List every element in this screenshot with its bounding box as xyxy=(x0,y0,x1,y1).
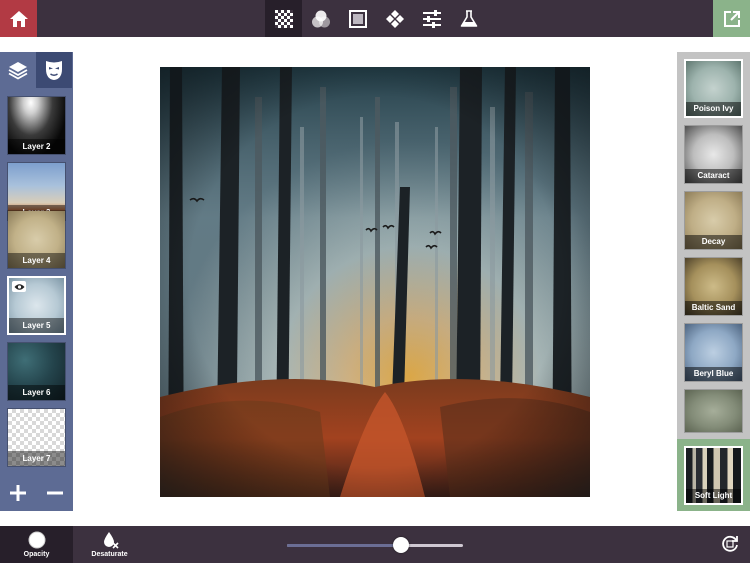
eye-icon xyxy=(14,283,24,290)
layer-item[interactable]: Layer 4 xyxy=(7,210,66,269)
layer-label: Layer 2 xyxy=(8,139,65,154)
remove-layer-button[interactable] xyxy=(43,481,67,505)
export-button[interactable] xyxy=(713,0,750,37)
tool-adjust-button[interactable] xyxy=(413,0,450,37)
tool-blend-button[interactable] xyxy=(302,0,339,37)
layer-item-selected[interactable]: Layer 5 xyxy=(7,276,66,335)
preset-item[interactable] xyxy=(684,389,743,433)
presets-panel: Poison Ivy Cataract Decay Baltic Sand Be… xyxy=(677,52,750,511)
layer-actions xyxy=(0,480,73,506)
opacity-circle-icon xyxy=(28,531,45,549)
home-button[interactable] xyxy=(0,0,37,37)
desaturate-button[interactable]: Desaturate xyxy=(73,526,146,563)
layer-label: Layer 4 xyxy=(8,253,65,268)
tool-pattern-button[interactable] xyxy=(376,0,413,37)
slider-thumb[interactable] xyxy=(393,537,410,553)
sliders-icon xyxy=(422,9,441,28)
layers-panel-tabs xyxy=(0,52,73,88)
add-layer-button[interactable] xyxy=(6,481,30,505)
preset-item[interactable]: Baltic Sand xyxy=(684,257,743,316)
share-export-icon xyxy=(723,10,740,27)
masks-tab[interactable] xyxy=(36,52,72,88)
slider-fill xyxy=(287,544,402,547)
preset-thumbnail xyxy=(685,390,742,432)
plus-icon xyxy=(10,485,27,501)
preset-item[interactable]: Beryl Blue xyxy=(684,323,743,382)
preset-label: Decay xyxy=(685,235,742,249)
blend-mode-item[interactable]: Soft Light xyxy=(684,446,743,505)
app-window: Layer 2 Layer 3 Layer 4 Layer 5 Layer 6 xyxy=(0,0,750,563)
image-canvas[interactable] xyxy=(160,67,590,497)
preset-label: Beryl Blue xyxy=(685,367,742,381)
layers-tab[interactable] xyxy=(0,52,36,88)
home-icon xyxy=(9,10,28,27)
preset-item[interactable]: Decay xyxy=(684,191,743,250)
droplet-x-icon xyxy=(103,532,119,549)
blend-mode-section: Soft Light xyxy=(677,439,750,511)
tool-tabs xyxy=(265,0,487,37)
desaturate-label: Desaturate xyxy=(91,551,128,558)
bottom-toolbar: Opacity Desaturate xyxy=(0,526,750,563)
top-toolbar xyxy=(0,0,750,37)
diamond-grid-icon xyxy=(385,9,404,28)
opacity-button[interactable]: Opacity xyxy=(0,526,73,563)
reset-rotate-icon xyxy=(722,535,738,552)
tool-lab-button[interactable] xyxy=(450,0,487,37)
forest-photo xyxy=(160,67,590,497)
frame-square-icon xyxy=(348,9,367,28)
mask-icon xyxy=(46,61,62,80)
layer-item[interactable]: Layer 7 xyxy=(7,408,66,467)
layer-label: Layer 6 xyxy=(8,385,65,400)
tool-frame-button[interactable] xyxy=(339,0,376,37)
flask-icon xyxy=(460,9,477,27)
reset-button[interactable] xyxy=(718,532,742,556)
blend-mode-label: Soft Light xyxy=(686,489,741,503)
layer-label: Layer 7 xyxy=(8,451,65,466)
preset-item[interactable]: Cataract xyxy=(684,125,743,184)
layers-panel: Layer 2 Layer 3 Layer 4 Layer 5 Layer 6 xyxy=(0,52,73,511)
layers-icon xyxy=(8,62,28,80)
preset-label: Baltic Sand xyxy=(685,301,742,315)
layer-item[interactable]: Layer 2 xyxy=(7,96,66,155)
preset-item-selected[interactable]: Poison Ivy xyxy=(684,59,743,118)
blend-circles-icon xyxy=(311,10,330,27)
opacity-slider[interactable] xyxy=(287,535,463,555)
minus-icon xyxy=(46,491,63,495)
preset-label: Cataract xyxy=(685,169,742,183)
texture-grid-icon xyxy=(274,9,293,28)
opacity-label: Opacity xyxy=(23,551,50,558)
visibility-toggle[interactable] xyxy=(12,281,26,292)
preset-label: Poison Ivy xyxy=(686,102,741,116)
tool-texture-button[interactable] xyxy=(265,0,302,37)
layer-label: Layer 5 xyxy=(9,318,64,333)
layer-item[interactable]: Layer 6 xyxy=(7,342,66,401)
